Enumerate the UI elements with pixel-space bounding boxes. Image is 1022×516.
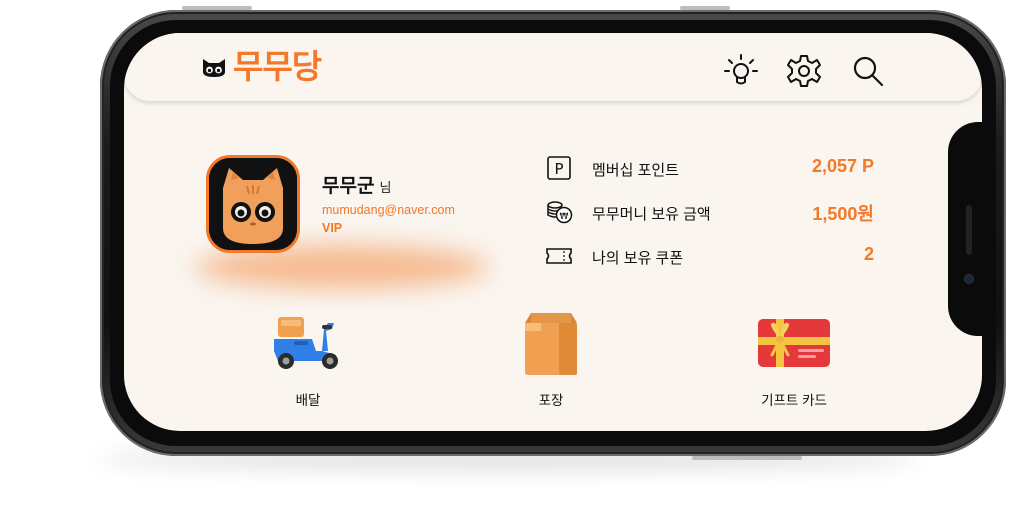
ticket-icon xyxy=(546,248,572,264)
gift-card-icon xyxy=(758,319,830,367)
stat-label: 무무머니 보유 금액 xyxy=(592,206,711,223)
svg-text:P: P xyxy=(554,160,563,178)
stat-membership-points[interactable]: P 멤버십 포인트 2,057 P xyxy=(544,155,874,183)
stat-mumu-money[interactable]: ₩ 무무머니 보유 금액 1,500원 xyxy=(544,199,874,227)
app-screen: 무무당 무무군 님 mumudang@naver.com VIP P 멤버십 포… xyxy=(124,33,982,431)
user-name-suffix: 님 xyxy=(379,180,392,195)
cat-logo-icon xyxy=(203,59,225,77)
stat-value: 2 xyxy=(863,244,874,264)
user-email: mumudang@naver.com xyxy=(322,203,455,217)
user-name: 무무군 님 xyxy=(322,171,391,198)
stat-label: 멤버십 포인트 xyxy=(592,162,679,179)
svg-text:₩: ₩ xyxy=(560,212,569,222)
user-level-badge: VIP xyxy=(322,221,343,235)
search-button[interactable] xyxy=(848,51,888,91)
settings-button[interactable] xyxy=(784,51,824,91)
coins-icon: ₩ xyxy=(547,201,573,224)
notch-speaker xyxy=(966,205,972,255)
notch-camera xyxy=(965,275,973,283)
service-gift-card[interactable]: 기프트 카드 xyxy=(724,311,864,411)
service-takeout[interactable]: 포장 xyxy=(481,311,621,411)
stat-label: 나의 보유 쿠폰 xyxy=(592,250,684,267)
stat-coupons[interactable]: 나의 보유 쿠폰 2 xyxy=(544,243,874,271)
avatar[interactable] xyxy=(206,155,300,253)
app-header: 무무당 xyxy=(124,33,982,101)
cat-avatar-icon xyxy=(209,158,297,250)
phone-notch xyxy=(948,122,996,336)
gear-icon xyxy=(787,55,821,87)
volume-button-top-2 xyxy=(680,6,730,10)
service-label: 포장 xyxy=(538,393,564,408)
stat-value: 1,500원 xyxy=(812,204,874,224)
brand-name: 무무당 xyxy=(233,47,322,86)
stat-value: 2,057 P xyxy=(811,156,874,176)
power-button xyxy=(692,456,802,460)
lightbulb-icon xyxy=(724,54,758,85)
parking-p-icon: P xyxy=(547,156,571,180)
service-label: 기프트 카드 xyxy=(761,393,827,408)
lightbulb-button[interactable] xyxy=(721,51,761,91)
search-icon xyxy=(853,56,884,87)
brand-logo[interactable]: 무무당 xyxy=(201,47,322,86)
scooter-icon xyxy=(274,317,338,369)
service-delivery[interactable]: 배달 xyxy=(238,311,378,411)
service-label: 배달 xyxy=(295,393,321,408)
volume-button-top xyxy=(182,6,252,10)
paper-bag-icon xyxy=(525,313,577,375)
user-name-text: 무무군 xyxy=(322,176,375,197)
